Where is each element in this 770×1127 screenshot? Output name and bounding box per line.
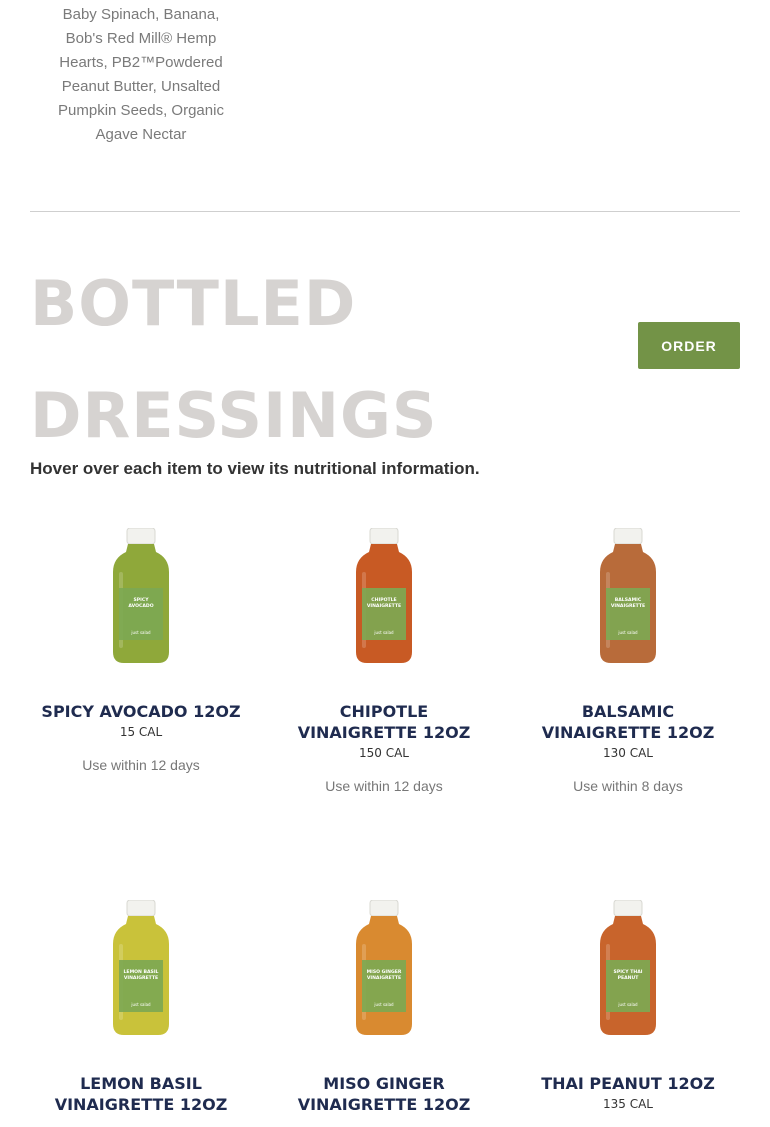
bottle-image: SPICY THAI PEANUT just salad [528, 890, 728, 1040]
bottle-brand-text: just salad [373, 1002, 394, 1007]
bottle-label-text: MISO GINGER [367, 969, 402, 975]
product-shelf-life: Use within 8 days [573, 778, 683, 794]
product-name: LEMON BASIL VINAIGRETTE 12OZ [54, 1074, 228, 1114]
product-card[interactable]: SPICY AVOCADO just salad SPICY AVOCADO 12O… [41, 518, 241, 775]
bottle-label-text: SPICY THAI [614, 969, 643, 975]
bottle-label-text: BALSAMIC [615, 597, 642, 603]
bottle-label-text: VINAIGRETTE [611, 603, 645, 609]
bottle-image: SPICY AVOCADO just salad [41, 518, 241, 668]
product-card[interactable]: CHIPOTLE VINAIGRETTE just salad CHIPOTLE V… [284, 518, 484, 796]
product-calories: 130 CAL [603, 746, 653, 760]
product-name: CHIPOTLE VINAIGRETTE 12OZ [297, 702, 471, 742]
bottle-label-text: LEMON BASIL [124, 969, 159, 975]
product-card[interactable]: SPICY THAI PEANUT just salad THAI PEANUT 1… [528, 890, 728, 1127]
bottle-label-text: AVOCADO [128, 603, 153, 609]
bottle-label-text: SPICY [133, 597, 149, 603]
product-calories: 150 CAL [359, 746, 409, 760]
product-name: SPICY AVOCADO 12OZ [41, 702, 241, 721]
product-card[interactable]: MISO GINGER VINAIGRETTE just salad MISO GI… [284, 890, 484, 1127]
bottle-label-text: PEANUT [618, 975, 640, 981]
bottle-icon: BALSAMICVINAIGRETTE just salad [600, 528, 656, 663]
bottle-brand-text: just salad [617, 1002, 638, 1007]
bottle-icon: CHIPOTLEVINAIGRETTE just salad [356, 528, 412, 663]
product-shelf-life: Use within 12 days [325, 778, 443, 794]
product-grid: SPICY AVOCADO just salad SPICY AVOCADO 12O… [0, 0, 770, 1114]
bottle-label-text: VINAIGRETTE [367, 603, 401, 609]
bottle-label-text: VINAIGRETTE [367, 975, 401, 981]
product-card[interactable]: BALSAMIC VINAIGRETTE just salad BALSAMIC V… [528, 518, 728, 796]
bottle-image: BALSAMIC VINAIGRETTE just salad [528, 518, 728, 668]
bottle-icon: SPICYAVOCADO just salad [113, 528, 169, 663]
bottle-icon: LEMON BASILVINAIGRETTE just salad [113, 900, 169, 1035]
product-name: BALSAMIC VINAIGRETTE 12OZ [541, 702, 715, 742]
bottle-image: CHIPOTLE VINAIGRETTE just salad [284, 518, 484, 668]
bottle-icon: SPICY THAIPEANUT just salad [600, 900, 656, 1035]
product-name: MISO GINGER VINAIGRETTE 12OZ [297, 1074, 471, 1114]
bottle-label-text: VINAIGRETTE [124, 975, 158, 981]
bottle-brand-text: just salad [373, 630, 394, 635]
bottle-image: LEMON BASIL VINAIGRETTE just salad [41, 890, 241, 1040]
bottle-icon: MISO GINGERVINAIGRETTE just salad [356, 900, 412, 1035]
product-shelf-life: Use within 12 days [82, 757, 200, 773]
bottle-brand-text: just salad [617, 630, 638, 635]
bottle-label-text: CHIPOTLE [371, 597, 396, 603]
bottle-brand-text: just salad [130, 1002, 151, 1007]
bottle-brand-text: just salad [130, 630, 151, 635]
product-name: THAI PEANUT 12OZ [541, 1074, 715, 1093]
product-card[interactable]: LEMON BASIL VINAIGRETTE just salad LEMON B… [41, 890, 241, 1127]
bottle-image: MISO GINGER VINAIGRETTE just salad [284, 890, 484, 1040]
product-calories: 135 CAL [603, 1097, 653, 1111]
product-calories: 15 CAL [119, 725, 163, 739]
